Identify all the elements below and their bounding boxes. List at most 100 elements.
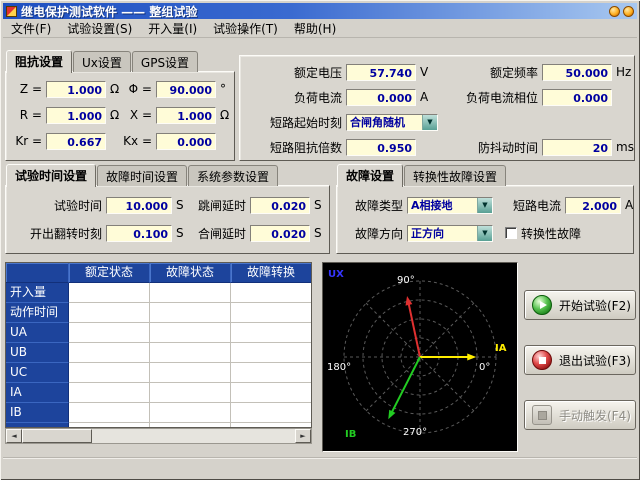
row-label: 开入量 [6,283,69,303]
fault-type-select[interactable]: A相接地 ▼ [407,197,493,214]
table-hscrollbar[interactable]: ◄ ► [5,428,312,444]
titlebar-buttons [609,6,634,17]
convertible-fault-checkbox[interactable] [505,227,517,239]
impedance-multiple-label: 短路阻抗倍数 [246,139,342,156]
table-row: IB [6,403,311,423]
kr-label: Kr = [12,134,42,148]
short-circuit-current-input[interactable]: 2.000 [565,197,621,214]
trip-delay-unit: S [314,198,322,212]
short-circuit-current-unit: A [625,198,633,212]
scroll-left-button[interactable]: ◄ [6,429,22,443]
trip-delay-input[interactable]: 0.020 [250,197,310,214]
close-delay-input[interactable]: 0.020 [250,225,310,242]
start-test-button[interactable]: 开始试验(F2) [524,290,636,320]
tab-system-param-settings[interactable]: 系统参数设置 [188,165,278,186]
output-flip-unit: S [176,226,184,240]
table-cell[interactable] [69,383,150,403]
ratings-panel: 额定电压 57.740 V 额定频率 50.000 Hz 负荷电流 0.000 … [239,55,635,161]
test-time-input[interactable]: 10.000 [106,197,172,214]
menu-help[interactable]: 帮助(H) [286,19,344,38]
table-cell[interactable] [231,363,312,383]
load-current-phase-label: 负荷电流相位 [436,89,538,106]
table-cell[interactable] [150,363,231,383]
table-cell[interactable] [150,403,231,423]
tab-gps-settings[interactable]: GPS设置 [132,51,198,72]
table-cell[interactable] [69,343,150,363]
chevron-down-icon[interactable]: ▼ [477,226,492,241]
table-cell[interactable] [69,363,150,383]
kx-input[interactable]: 0.000 [156,133,216,150]
table-cell[interactable] [69,403,150,423]
impedance-tabstrip: 阻抗设置 Ux设置 GPS设置 [6,53,199,72]
anti-shake-label: 防抖动时间 [448,139,538,156]
tab-fault-settings[interactable]: 故障设置 [337,164,403,187]
fault-direction-select[interactable]: 正方向 ▼ [407,225,493,242]
scrollbar-thumb[interactable] [22,429,92,443]
menu-test-settings[interactable]: 试验设置(S) [59,19,140,38]
ib-label: IB [345,429,356,440]
rated-voltage-input[interactable]: 57.740 [346,64,416,81]
table-cell[interactable] [231,303,312,323]
row-label: IA [6,383,69,403]
table-cell[interactable] [150,343,231,363]
tab-test-time-settings[interactable]: 试验时间设置 [6,164,96,187]
tab-ux-settings[interactable]: Ux设置 [73,51,131,72]
minimize-button[interactable] [609,6,620,17]
menu-input[interactable]: 开入量(I) [140,19,205,38]
table-cell[interactable] [150,303,231,323]
table-cell[interactable] [231,403,312,423]
table-cell[interactable] [69,323,150,343]
table-cell[interactable] [69,283,150,303]
row-label: 动作时间 [6,303,69,323]
scroll-right-button[interactable]: ► [295,429,311,443]
trip-delay-label: 跳闸延时 [190,197,246,214]
r-input[interactable]: 1.000 [46,107,106,124]
kx-label: Kx = [122,134,152,148]
table-row: IA [6,383,311,403]
table-cell[interactable] [231,343,312,363]
ia-label: IA [495,343,507,354]
tab-fault-time-settings[interactable]: 故障时间设置 [97,165,187,186]
table-cell[interactable] [231,383,312,403]
phi-input[interactable]: 90.000 [156,81,216,98]
rated-voltage-label: 额定电压 [246,64,342,81]
table-cell[interactable] [231,323,312,343]
chevron-down-icon[interactable]: ▼ [422,115,437,130]
fault-type-label: 故障类型 [347,197,403,214]
short-circuit-start-select[interactable]: 合闸角随机 ▼ [346,114,438,131]
tab-convertible-fault-settings[interactable]: 转换性故障设置 [404,165,506,186]
exit-test-label: 退出试验(F3) [559,352,631,369]
table-cell[interactable] [150,323,231,343]
start-icon [532,295,552,315]
x-input[interactable]: 1.000 [156,107,216,124]
table-cell[interactable] [69,303,150,323]
chevron-down-icon[interactable]: ▼ [477,198,492,213]
exit-test-button[interactable]: 退出试验(F3) [524,345,636,375]
kr-input[interactable]: 0.667 [46,133,106,150]
scrollbar-track[interactable] [22,429,295,443]
manual-trigger-label: 手动触发(F4) [559,407,631,424]
close-button[interactable] [623,6,634,17]
menu-test-operation[interactable]: 试验操作(T) [205,19,286,38]
tab-impedance-settings[interactable]: 阻抗设置 [6,50,72,73]
load-current-input[interactable]: 0.000 [346,89,416,106]
table-cell[interactable] [150,383,231,403]
row-label: IB [6,403,69,423]
x-unit: Ω [220,108,229,122]
row-label: UA [6,323,69,343]
rated-frequency-input[interactable]: 50.000 [542,64,612,81]
ux-label: UX [328,269,344,280]
start-test-label: 开始试验(F2) [559,297,631,314]
load-current-phase-input[interactable]: 0.000 [542,89,612,106]
menu-file[interactable]: 文件(F) [3,19,59,38]
table-cell[interactable] [150,283,231,303]
impedance-multiple-input[interactable]: 0.950 [346,139,416,156]
table-cell[interactable] [231,283,312,303]
impedance-panel: Z = 1.000 Ω Φ = 90.000 ° R = 1.000 Ω X =… [5,71,235,161]
manual-trigger-button[interactable]: 手动触发(F4) [524,400,636,430]
r-unit: Ω [110,108,119,122]
deg-270-label: 270° [403,427,427,438]
z-input[interactable]: 1.000 [46,81,106,98]
output-flip-input[interactable]: 0.100 [106,225,172,242]
anti-shake-input[interactable]: 20 [542,139,612,156]
